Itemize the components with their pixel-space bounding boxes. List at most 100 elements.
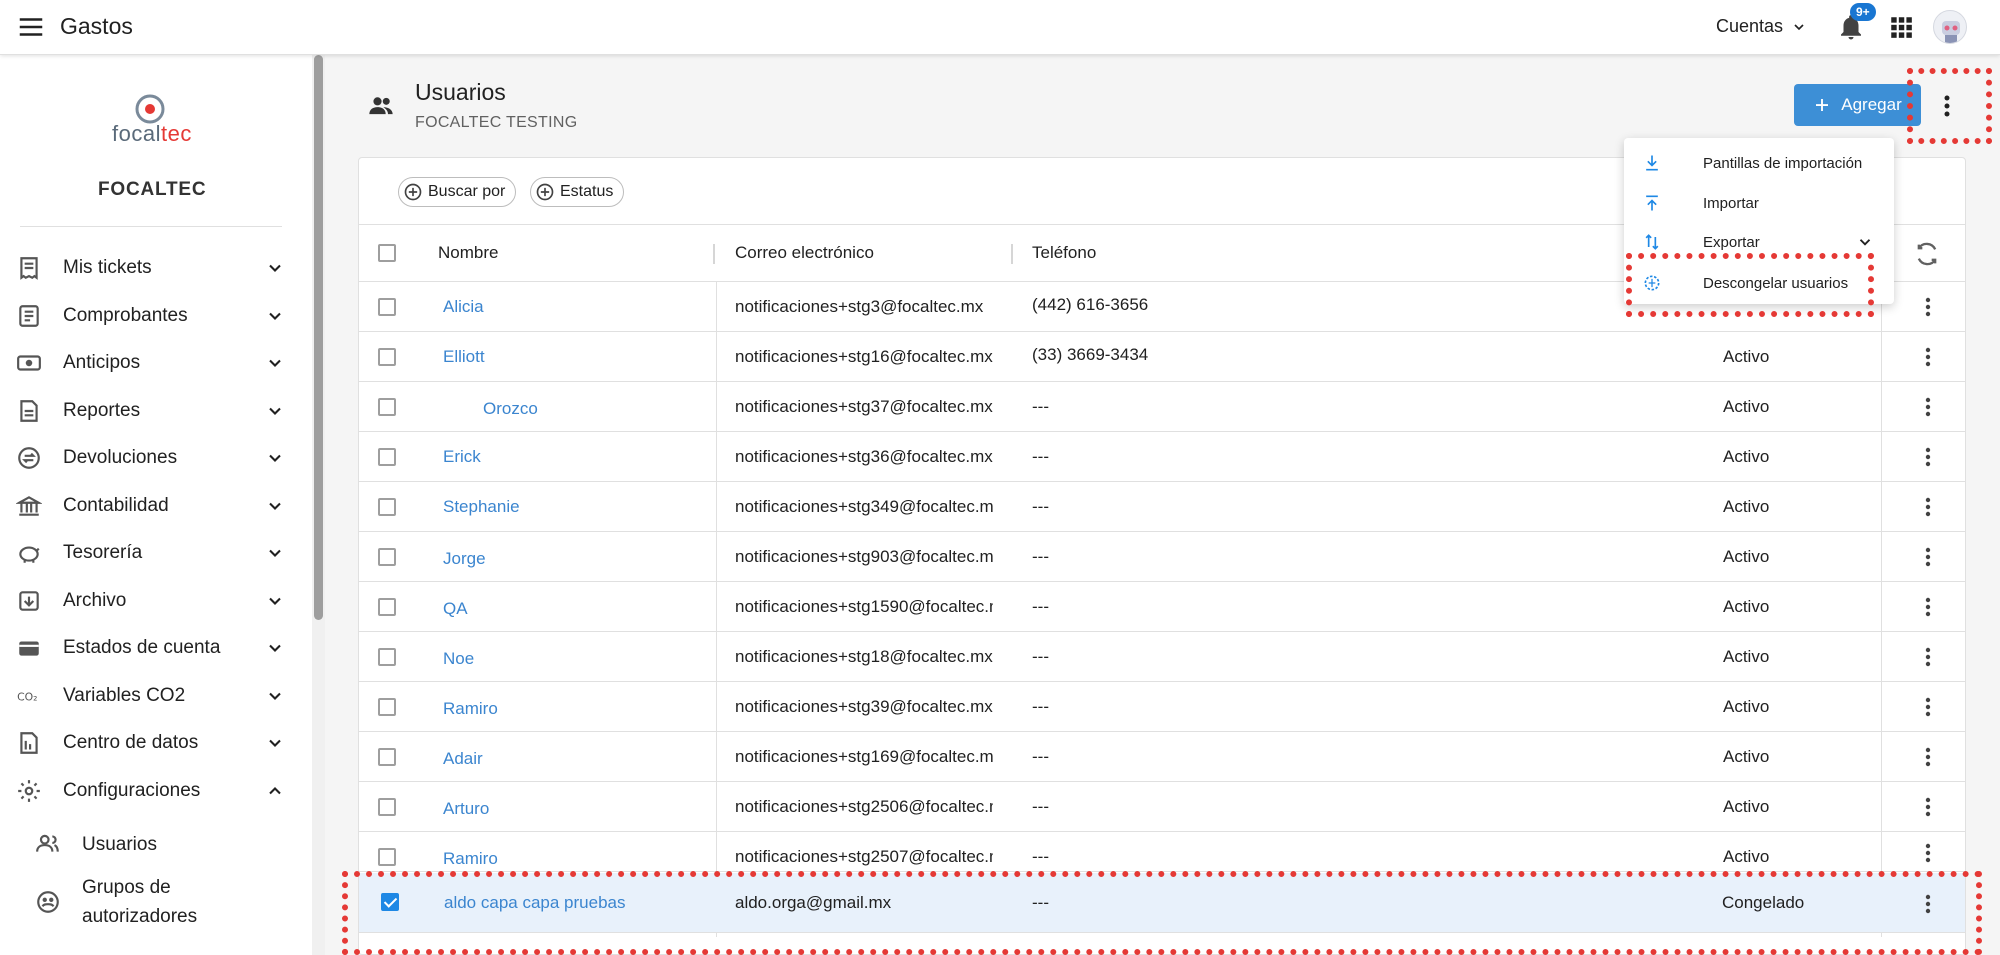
row-more-button[interactable] — [1917, 492, 1939, 522]
more-vertical-icon — [1944, 95, 1950, 117]
row-more-button[interactable] — [1917, 792, 1939, 822]
chevron-down-icon — [269, 644, 281, 652]
sidebar-scrollbar-thumb[interactable] — [314, 55, 323, 620]
row-more-button[interactable] — [1917, 642, 1939, 672]
user-avatar[interactable] — [1933, 10, 1967, 44]
row-checkbox[interactable] — [378, 348, 396, 366]
avatar-robot-icon — [1942, 21, 1960, 43]
accounts-dropdown[interactable]: Cuentas — [1716, 16, 1807, 37]
apps-grid-icon[interactable] — [1888, 14, 1914, 40]
sidebar-item-centro-de-datos[interactable]: Centro de datos — [0, 721, 300, 765]
row-more-button[interactable] — [1917, 442, 1939, 472]
user-name-link[interactable]: Erick — [443, 447, 481, 467]
more-vertical-icon — [1925, 843, 1931, 863]
user-name-link[interactable]: Arturo — [443, 799, 489, 819]
user-email: notificaciones+stg16@focaltec.mx — [735, 347, 993, 366]
row-checkbox[interactable] — [378, 798, 396, 816]
user-status: Activo — [1723, 647, 1770, 666]
row-checkbox[interactable] — [378, 848, 396, 866]
sidebar-item-configuraciones[interactable]: Configuraciones — [0, 769, 300, 813]
column-header-nombre[interactable]: Nombre — [438, 243, 498, 263]
sidebar-item-tesoreria[interactable]: Tesorería — [0, 531, 300, 575]
user-status: Activo — [1723, 747, 1770, 766]
row-checkbox[interactable] — [378, 648, 396, 666]
table-row[interactable]: Adair notificaciones+stg169@focaltec.mx … — [359, 732, 1965, 782]
user-name-link[interactable]: aldo capa capa pruebas — [444, 893, 625, 913]
sidebar-item-reportes[interactable]: Reportes — [0, 389, 300, 433]
table-row[interactable]: Jorge notificaciones+stg903@focaltec.mx … — [359, 532, 1965, 582]
chevron-down-icon — [269, 312, 281, 320]
sidebar-item-comprobantes[interactable]: Comprobantes — [0, 294, 300, 338]
menu-item-descongelar[interactable]: Descongelar usuarios — [1624, 264, 1894, 302]
row-more-button[interactable] — [1917, 392, 1939, 422]
row-checkbox[interactable] — [378, 598, 396, 616]
table-row[interactable]: Arturo notificaciones+stg2506@focaltec.m… — [359, 782, 1965, 832]
sidebar-subitem-usuarios[interactable]: Usuarios — [0, 822, 300, 866]
menu-item-plantillas[interactable]: Pantillas de importación — [1624, 144, 1894, 182]
user-name-link[interactable]: Elliott — [443, 347, 485, 367]
sidebar-item-anticipos[interactable]: Anticipos — [0, 341, 300, 385]
sidebar-item-devoluciones[interactable]: Devoluciones — [0, 436, 300, 480]
row-checkbox[interactable] — [378, 448, 396, 466]
row-more-button[interactable] — [1917, 292, 1939, 322]
filter-chip-buscar-por[interactable]: Buscar por — [398, 177, 517, 207]
select-all-checkbox[interactable] — [378, 244, 396, 262]
column-separator[interactable] — [713, 244, 715, 264]
sidebar-scrollbar[interactable] — [312, 55, 325, 955]
row-checkbox[interactable] — [378, 298, 396, 316]
user-email: aldo.orga@gmail.mx — [735, 893, 892, 912]
table-row[interactable]: Erick notificaciones+stg36@focaltec.mx -… — [359, 432, 1965, 482]
hamburger-menu-icon[interactable] — [16, 12, 46, 42]
row-more-button[interactable] — [1917, 889, 1939, 919]
user-name-link[interactable]: Jorge — [443, 549, 486, 569]
user-name-link[interactable]: Orozco — [483, 399, 538, 419]
sidebar-item-contabilidad[interactable]: Contabilidad — [0, 484, 300, 528]
table-row[interactable]: Elliott notificaciones+stg16@focaltec.mx… — [359, 332, 1965, 382]
sidebar-item-mis-tickets[interactable]: Mis tickets — [0, 246, 300, 290]
table-row[interactable]: Stephanie notificaciones+stg349@focaltec… — [359, 482, 1965, 532]
row-checkbox[interactable] — [378, 698, 396, 716]
column-header-telefono[interactable]: Teléfono — [1032, 243, 1096, 263]
user-name-link[interactable]: Adair — [443, 749, 483, 769]
user-name-link[interactable]: Ramiro — [443, 699, 498, 719]
row-checkbox[interactable] — [378, 398, 396, 416]
refresh-icon[interactable] — [1913, 240, 1941, 268]
table-row[interactable]: Noe notificaciones+stg18@focaltec.mx ---… — [359, 632, 1965, 682]
row-checkbox[interactable] — [378, 548, 396, 566]
row-checkbox[interactable] — [378, 498, 396, 516]
sidebar-subitem-grupos-de-autorizadores[interactable]: Grupos de autorizadores — [0, 872, 300, 932]
logo-text: focaltec — [112, 121, 192, 147]
column-header-correo[interactable]: Correo electrónico — [735, 243, 874, 263]
sidebar-item-variables-co2[interactable]: CO₂ Variables CO2 — [0, 674, 300, 718]
more-options-button[interactable] — [1932, 88, 1962, 124]
row-more-button[interactable] — [1917, 542, 1939, 572]
user-name-link[interactable]: Stephanie — [443, 497, 520, 517]
sidebar-item-label: Archivo — [63, 590, 127, 611]
user-name-link[interactable]: Ramiro — [443, 849, 498, 869]
table-row-selected[interactable]: aldo capa capa pruebas aldo.orga@gmail.m… — [359, 873, 1965, 933]
user-name-link[interactable]: Noe — [443, 649, 474, 669]
user-name-link[interactable]: QA — [443, 599, 468, 619]
row-more-button[interactable] — [1917, 692, 1939, 722]
table-row[interactable]: Orozco notificaciones+stg37@focaltec.mx … — [359, 382, 1965, 432]
filter-chip-estatus[interactable]: Estatus — [530, 177, 625, 207]
add-button-label: Agregar — [1841, 95, 1902, 114]
sidebar-item-label: Variables CO2 — [63, 685, 186, 706]
sidebar-item-label: Centro de datos — [63, 732, 199, 753]
column-separator[interactable] — [1011, 244, 1013, 264]
table-row[interactable]: QA notificaciones+stg1590@focaltec.mx --… — [359, 582, 1965, 632]
menu-item-exportar[interactable]: Exportar — [1624, 223, 1894, 261]
row-checkbox[interactable] — [378, 748, 396, 766]
row-more-button[interactable] — [1917, 592, 1939, 622]
user-name-link[interactable]: Alicia — [443, 297, 484, 317]
add-button[interactable]: Agregar — [1794, 84, 1921, 126]
row-more-button[interactable] — [1917, 838, 1939, 868]
table-row[interactable]: Ramiro notificaciones+stg2507@focaltec.m… — [359, 832, 1965, 872]
row-more-button[interactable] — [1917, 742, 1939, 772]
sidebar-item-estados-de-cuenta[interactable]: Estados de cuenta — [0, 626, 300, 670]
sidebar-item-archivo[interactable]: Archivo — [0, 579, 300, 623]
row-more-button[interactable] — [1917, 342, 1939, 372]
table-row[interactable]: Ramiro notificaciones+stg39@focaltec.mx … — [359, 682, 1965, 732]
menu-item-importar[interactable]: Importar — [1624, 184, 1894, 222]
row-checkbox-checked[interactable] — [381, 893, 399, 911]
